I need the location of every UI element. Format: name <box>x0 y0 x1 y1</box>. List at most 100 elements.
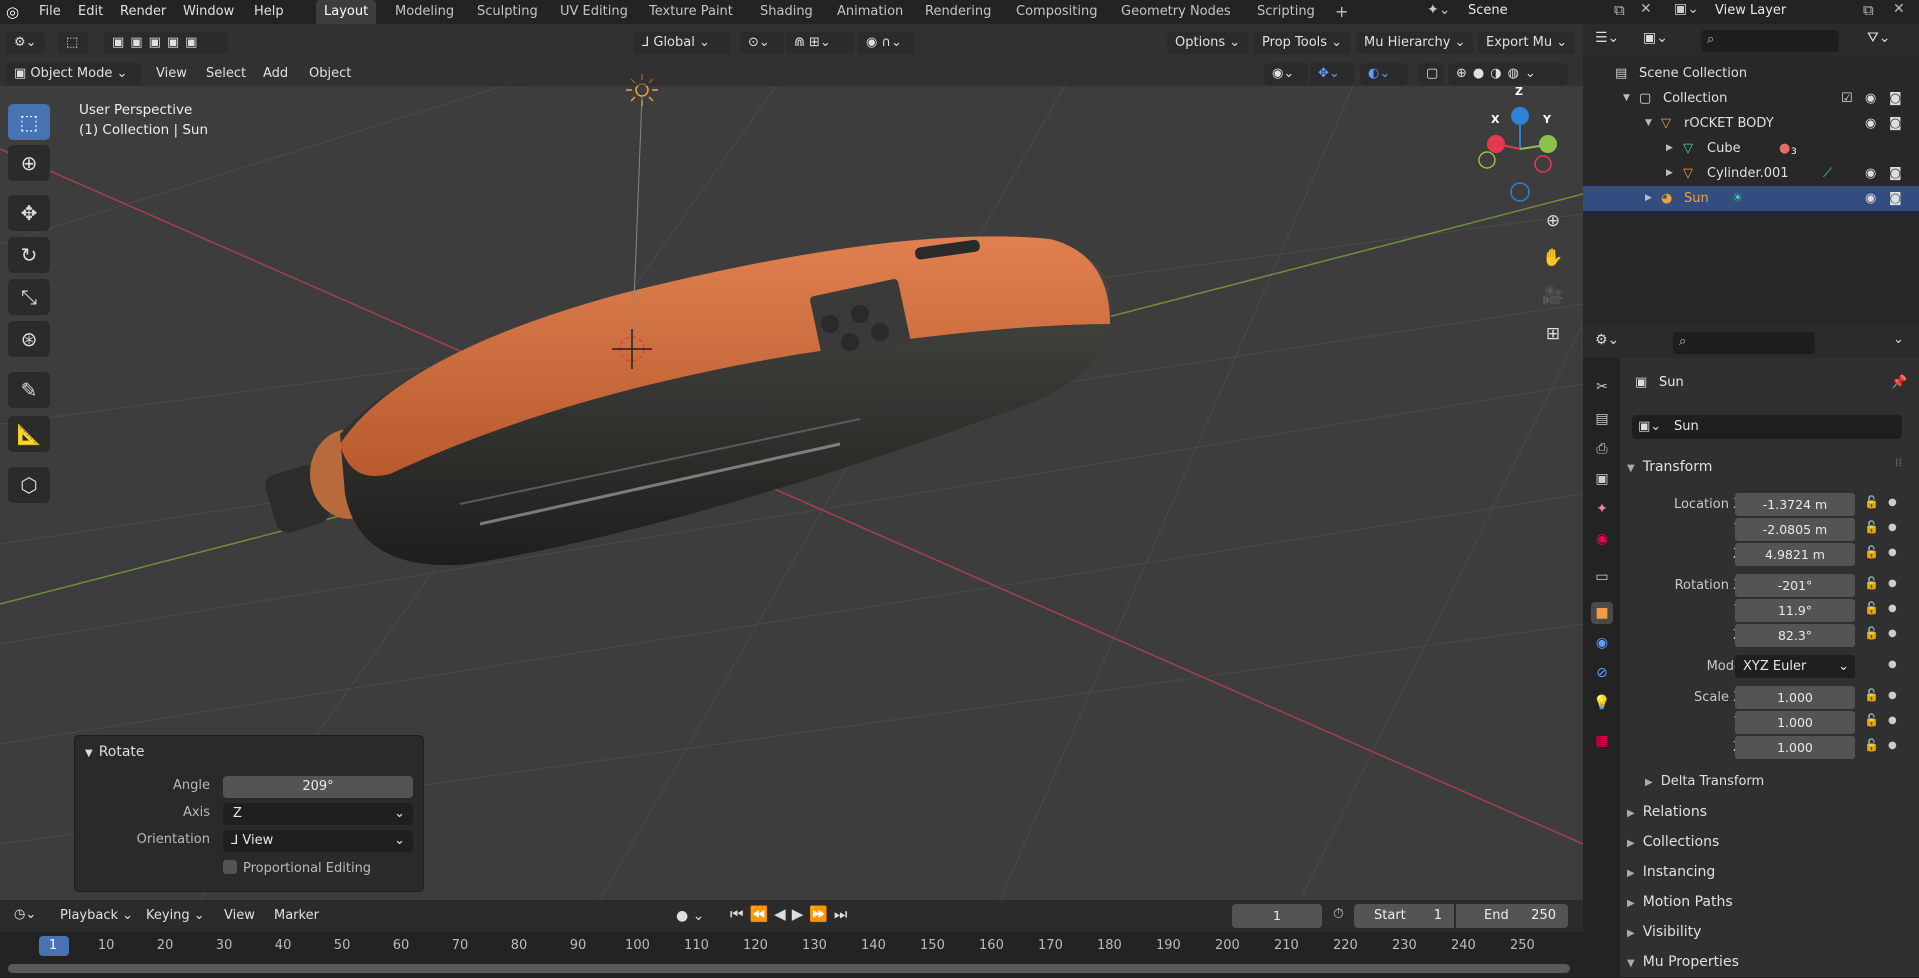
overlays-toggle-icon[interactable]: ◐⌄ <box>1360 63 1408 85</box>
delta-transform-section[interactable]: ▶ Delta Transform <box>1645 768 1764 796</box>
properties-search-input[interactable]: ⌕ <box>1673 332 1815 354</box>
ortho-grid-icon[interactable]: ⊞ <box>1538 319 1568 349</box>
pin-icon[interactable]: 📌 <box>1891 375 1907 390</box>
render-tab-icon[interactable]: ▤ <box>1591 408 1613 430</box>
world-tab-icon[interactable]: ◉ <box>1591 528 1613 550</box>
expand-caret-icon[interactable]: ▶ <box>1666 161 1673 186</box>
lock-icon[interactable]: 🔓 <box>1864 545 1879 559</box>
proportional-editing-checkbox[interactable]: Proportional Editing <box>223 859 371 879</box>
menu-edit[interactable]: Edit <box>72 2 109 22</box>
gizmo-toggle-icon[interactable]: ✥⌄ <box>1310 63 1354 85</box>
transform-tool-icon[interactable]: ⊛ <box>8 321 50 357</box>
expand-caret-icon[interactable]: ▼ <box>1623 86 1630 111</box>
camera-icon[interactable]: ◙ <box>1889 86 1902 111</box>
gizmo-label-y[interactable]: Y <box>1543 113 1551 126</box>
menu-window[interactable]: Window <box>177 2 240 22</box>
add-workspace-button[interactable]: + <box>1327 0 1356 24</box>
tab-geometry-nodes[interactable]: Geometry Nodes <box>1113 0 1239 24</box>
gizmo-label-x[interactable]: X <box>1491 113 1499 126</box>
output-tab-icon[interactable]: ⎙ <box>1591 438 1613 460</box>
lock-icon[interactable]: 🔓 <box>1864 626 1879 640</box>
tab-layout[interactable]: Layout <box>316 0 377 24</box>
tool-tab-icon[interactable]: ✂ <box>1591 376 1613 398</box>
transform-orientation-dropdown[interactable]: ⅃ Global ⌄ <box>634 32 730 54</box>
rotate-panel-header[interactable]: ▼ Rotate <box>85 741 145 763</box>
tab-modeling[interactable]: Modeling <box>387 0 462 24</box>
rotation-mode-dropdown[interactable]: XYZ Euler ⌄ <box>1735 655 1855 678</box>
scale-x-field[interactable]: 1.000 <box>1735 686 1855 709</box>
new-view-layer-icon[interactable]: ⧉ <box>1863 1 1874 19</box>
keyframe-dot-icon[interactable]: ● <box>1888 740 1897 751</box>
scene-selector[interactable]: ✦⌄ Scene ⧉ ✕ <box>1424 1 1684 23</box>
lock-icon[interactable]: 🔓 <box>1864 601 1879 615</box>
lock-icon[interactable]: 🔓 <box>1864 520 1879 534</box>
tab-texture-paint[interactable]: Texture Paint <box>641 0 741 24</box>
camera-icon[interactable]: ◙ <box>1889 186 1902 211</box>
instancing-section[interactable]: ▶ Instancing <box>1627 858 1715 886</box>
prop-tools-dropdown[interactable]: Prop Tools ⌄ <box>1254 32 1351 54</box>
menu-object[interactable]: Object <box>303 63 357 85</box>
outliner-row-scene-collection[interactable]: ▤ Scene Collection <box>1583 61 1919 86</box>
lock-icon[interactable]: 🔓 <box>1864 738 1879 752</box>
collection-tab-icon[interactable]: ▭ <box>1591 566 1613 588</box>
outliner-row-collection[interactable]: ▼ ▢ Collection ☑ ◉ ◙ <box>1583 86 1919 111</box>
pivot-point-icon[interactable]: ⊙⌄ <box>740 32 784 54</box>
texture-tab-icon[interactable]: ▦ <box>1591 730 1613 752</box>
scale-z-field[interactable]: 1.000 <box>1735 736 1855 759</box>
blender-logo-icon[interactable]: ◎ <box>6 3 24 21</box>
rotation-x-field[interactable]: -201° <box>1735 574 1855 597</box>
object-tab-icon[interactable]: ■ <box>1591 602 1613 624</box>
measure-tool-icon[interactable]: 📐 <box>8 416 50 452</box>
lock-icon[interactable]: 🔓 <box>1864 576 1879 590</box>
lock-icon[interactable]: 🔓 <box>1864 688 1879 702</box>
keyframe-dot-icon[interactable]: ● <box>1888 690 1897 701</box>
record-keyframe-icon[interactable]: ● ⌄ <box>676 908 704 924</box>
xray-toggle-icon[interactable]: ▢ <box>1418 63 1444 85</box>
include-checkbox-icon[interactable]: ☑ <box>1841 86 1853 111</box>
eye-icon[interactable]: ◉ <box>1865 186 1876 211</box>
timeline-editor-type-icon[interactable]: ◷⌄ <box>6 904 46 928</box>
transform-section-header[interactable]: ▼ Transform <box>1627 453 1712 481</box>
stopwatch-icon[interactable]: ⏱ <box>1333 906 1344 922</box>
mu-properties-section[interactable]: ▼ Mu Properties <box>1627 948 1739 976</box>
eye-icon[interactable]: ◉ <box>1865 161 1876 186</box>
camera-view-icon[interactable]: 🎥 <box>1538 281 1568 311</box>
timeline-scrollbar[interactable] <box>8 964 1570 973</box>
drag-handle-icon[interactable]: ⁞⁞ <box>1895 456 1902 469</box>
mode-dropdown[interactable]: ▣ Object Mode ⌄ <box>6 63 141 85</box>
relations-section[interactable]: ▶ Relations <box>1627 798 1707 826</box>
outliner-row-cube[interactable]: ▶ ▽ Cube ● 3 <box>1583 136 1919 161</box>
lock-icon[interactable]: 🔓 <box>1864 713 1879 727</box>
view-layer-selector[interactable]: ▣⌄ View Layer ⧉ ✕ <box>1670 1 1919 23</box>
menu-help[interactable]: Help <box>248 2 290 22</box>
proportional-editing-icon[interactable]: ◉ ∩⌄ <box>858 32 914 54</box>
menu-render[interactable]: Render <box>114 2 172 22</box>
timeline-menu-keying[interactable]: Keying ⌄ <box>140 905 211 927</box>
light-data-tab-icon[interactable]: 💡 <box>1591 692 1613 714</box>
selection-mode-icons[interactable]: ▣▣▣▣▣ <box>104 32 228 54</box>
physics-tab-icon[interactable]: ◉ <box>1591 632 1613 654</box>
eye-icon[interactable]: ◉ <box>1865 111 1876 136</box>
view-layer-tab-icon[interactable]: ▣ <box>1591 468 1613 490</box>
scene-tab-icon[interactable]: ✦ <box>1591 498 1613 520</box>
outliner-editor-type-icon[interactable]: ☰⌄ <box>1595 30 1619 46</box>
tab-compositing[interactable]: Compositing <box>1008 0 1106 24</box>
select-tool-icon[interactable]: ⬚ <box>58 32 88 54</box>
object-type-dropdown-icon[interactable]: ▣⌄ <box>1638 415 1661 439</box>
properties-options-icon[interactable]: ⌄ <box>1893 332 1904 347</box>
outliner-search-input[interactable]: ⌕ <box>1701 30 1839 52</box>
timeline-menu-view[interactable]: View <box>218 905 261 927</box>
location-z-field[interactable]: 4.9821 m <box>1735 543 1855 566</box>
tab-scripting[interactable]: Scripting <box>1249 0 1323 24</box>
mu-hierarchy-dropdown[interactable]: Mu Hierarchy ⌄ <box>1356 32 1474 54</box>
end-frame-field[interactable]: End 250 <box>1456 904 1568 928</box>
axis-dropdown[interactable]: Z ⌄ <box>223 803 413 825</box>
display-mode-icon[interactable]: ▣⌄ <box>1643 30 1668 46</box>
camera-icon[interactable]: ◙ <box>1889 161 1902 186</box>
filter-icon[interactable]: ⛛⌄ <box>1867 30 1891 46</box>
collections-section[interactable]: ▶ Collections <box>1627 828 1719 856</box>
menu-file[interactable]: File <box>33 2 67 22</box>
keyframe-dot-icon[interactable]: ● <box>1888 547 1897 558</box>
new-scene-icon[interactable]: ⧉ <box>1614 1 1625 19</box>
keyframe-dot-icon[interactable]: ● <box>1888 628 1897 639</box>
